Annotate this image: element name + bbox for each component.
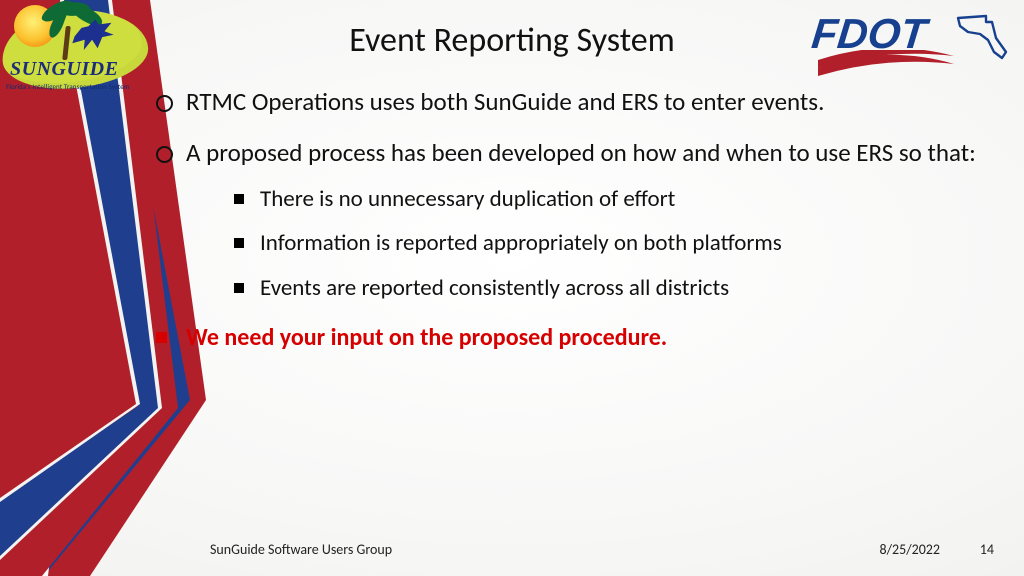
bullet-text: Information is reported appropriately on… [260, 229, 782, 257]
sunguide-tagline: Florida's Intelligent Transportation Sys… [6, 82, 130, 91]
slide-title: Event Reporting System [0, 20, 1024, 61]
bullet-text: A proposed process has been developed on… [186, 137, 976, 168]
footer-date: 8/25/2022 [880, 541, 940, 558]
bullet-level2: Information is reported appropriately on… [186, 229, 984, 258]
bullet-level1: A proposed process has been developed on… [156, 137, 984, 303]
footer-group: SunGuide Software Users Group [210, 541, 392, 558]
sunguide-brand-text: SUNGUIDE [10, 58, 118, 81]
bullet-text: RTMC Operations uses both SunGuide and E… [186, 86, 824, 117]
slide-body: RTMC Operations uses both SunGuide and E… [156, 86, 984, 353]
bullet-level2: Events are reported consistently across … [186, 274, 984, 303]
bullet-highlight: We need your input on the proposed proce… [156, 323, 984, 353]
bullet-text: There is no unnecessary duplication of e… [260, 185, 675, 213]
bullet-text: Events are reported consistently across … [260, 274, 729, 302]
bullet-level2: There is no unnecessary duplication of e… [186, 185, 984, 214]
footer-page-number: 14 [980, 541, 994, 558]
bullet-level1: RTMC Operations uses both SunGuide and E… [156, 86, 984, 117]
bullet-text: We need your input on the proposed proce… [186, 323, 667, 352]
